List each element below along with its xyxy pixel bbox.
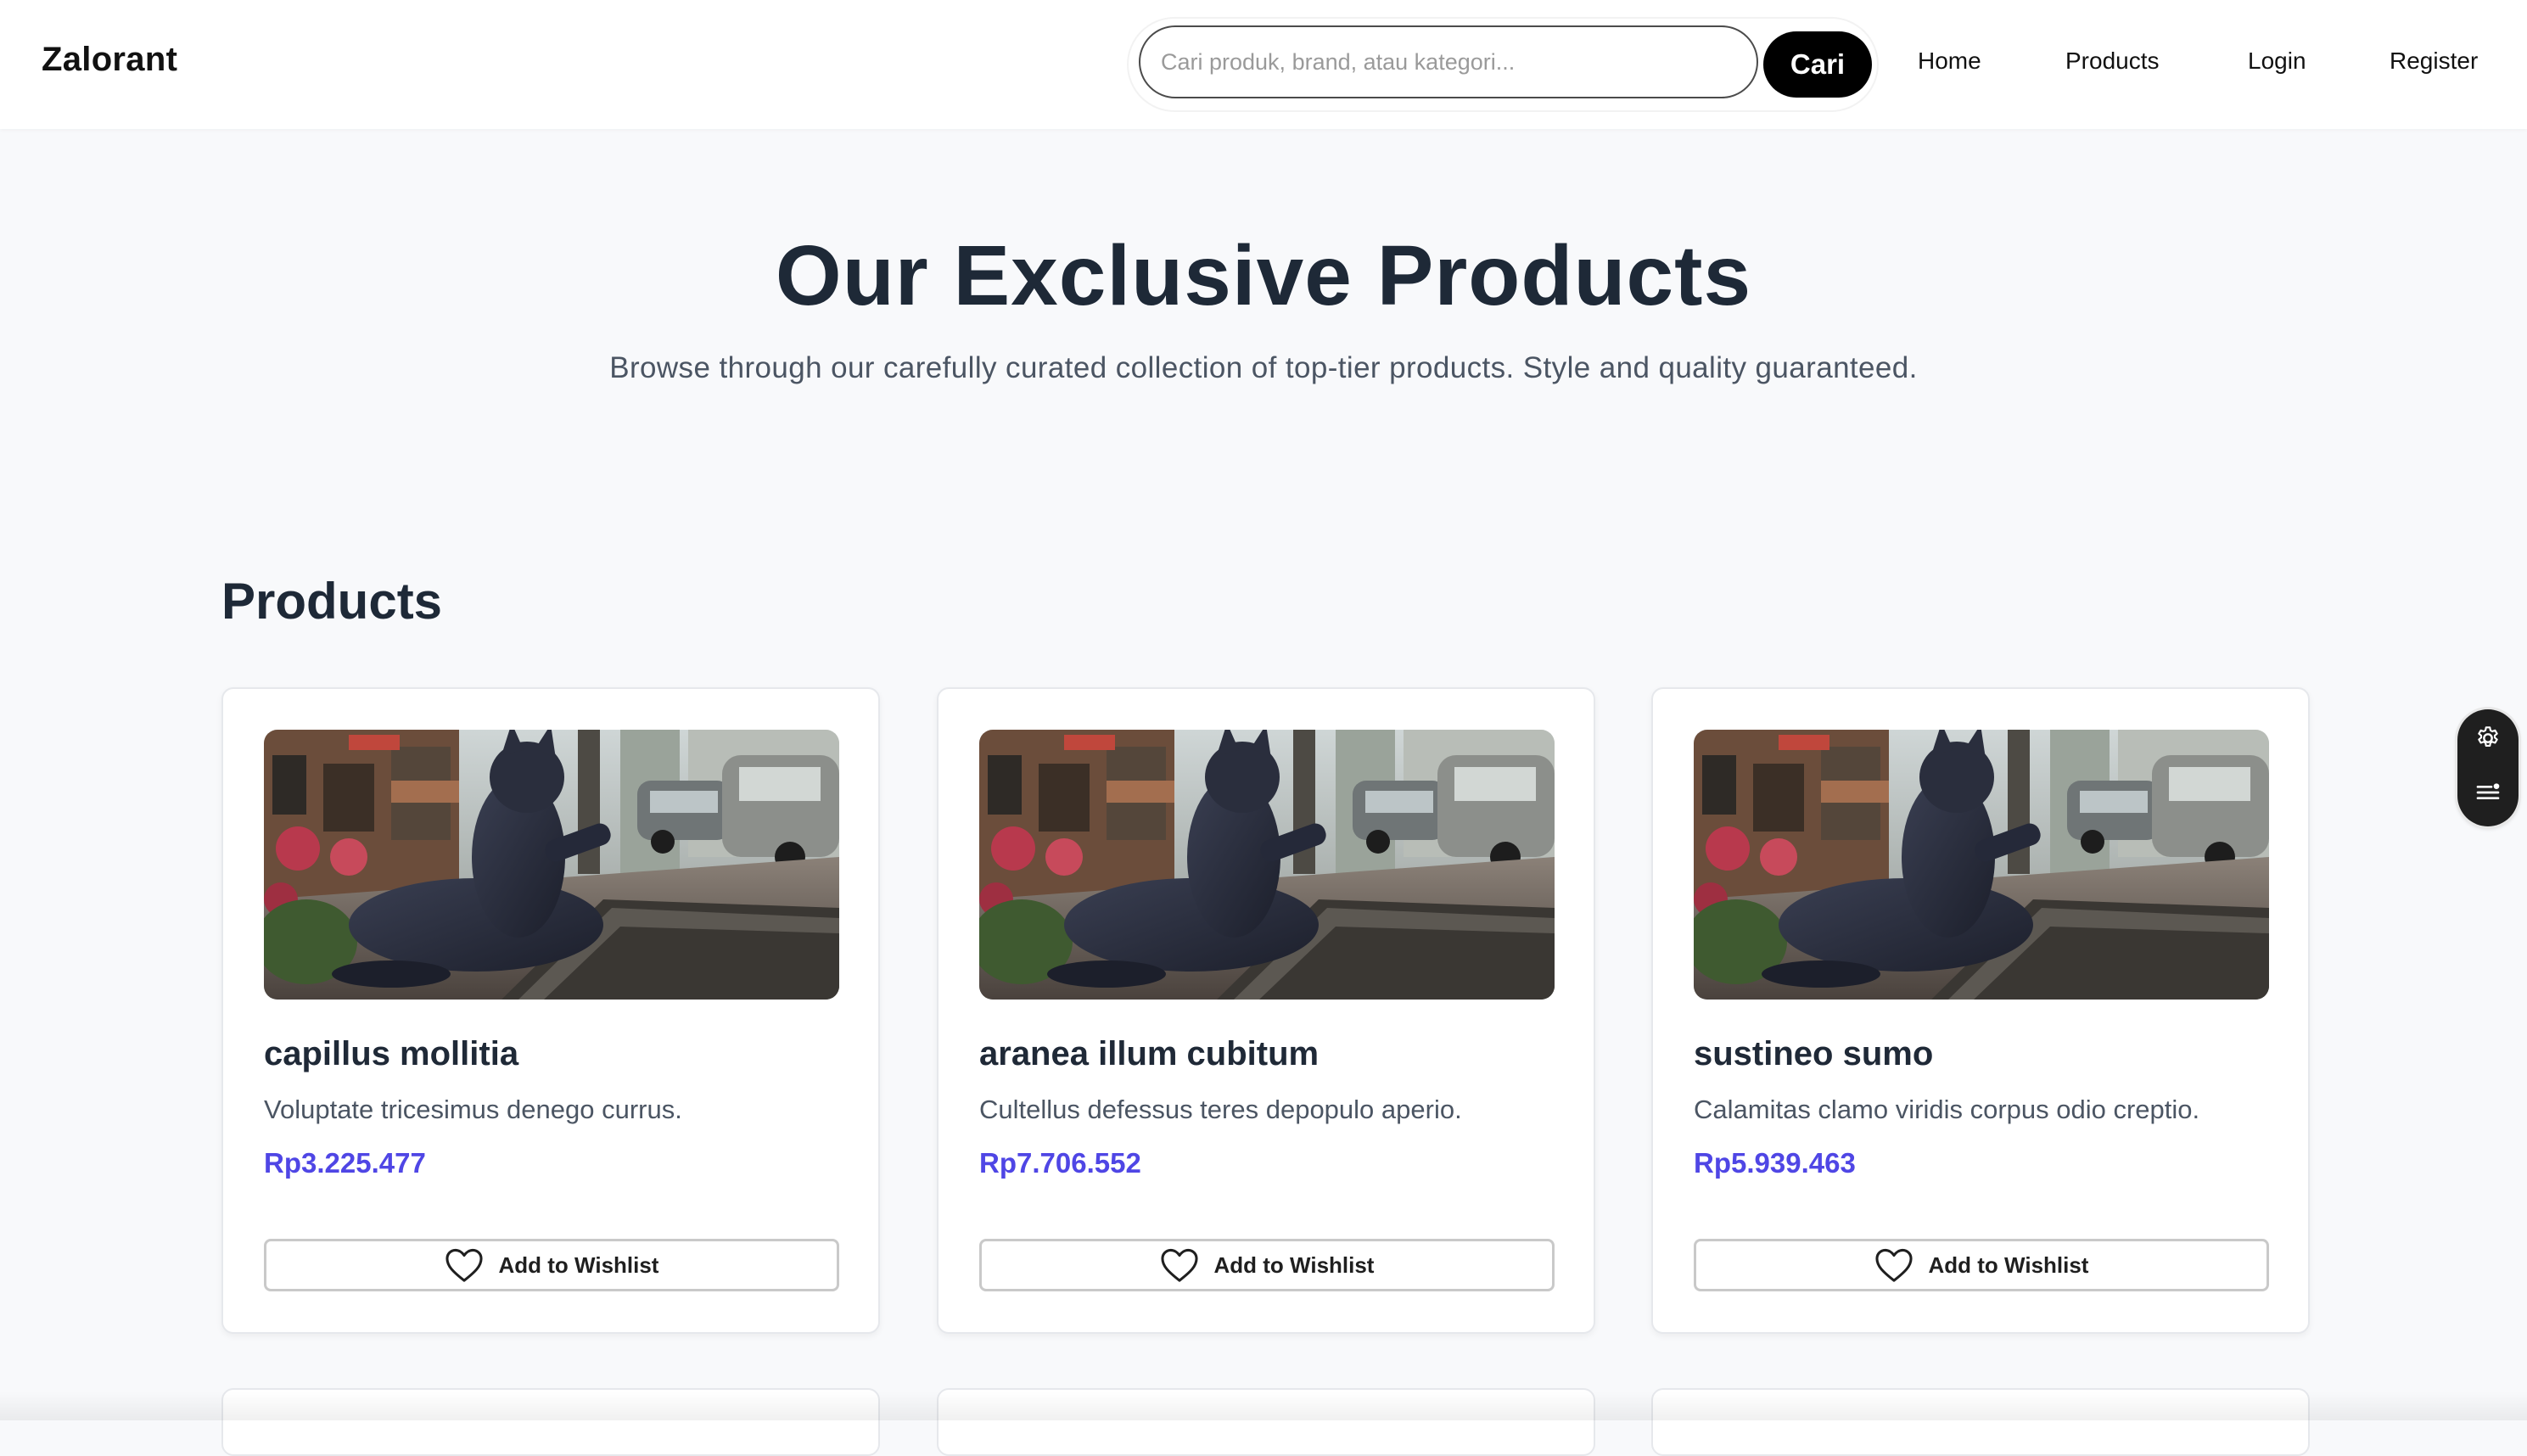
- nav-products[interactable]: Products: [2065, 48, 2160, 75]
- product-card-partial[interactable]: [937, 1388, 1595, 1456]
- navbar: Zalorant Cari Home Products Login Regist…: [0, 0, 2527, 129]
- product-description: Cultellus defessus teres depopulo aperio…: [979, 1095, 1462, 1124]
- wishlist-label: Add to Wishlist: [498, 1252, 659, 1278]
- product-description: Voluptate tricesimus denego currus.: [264, 1095, 682, 1124]
- product-price: Rp7.706.552: [979, 1147, 1141, 1179]
- product-image[interactable]: [264, 730, 839, 1000]
- product-image[interactable]: [979, 730, 1555, 1000]
- wishlist-label: Add to Wishlist: [1213, 1252, 1375, 1278]
- product-image[interactable]: [1694, 730, 2269, 1000]
- search-bar: Cari: [1129, 19, 1877, 110]
- add-to-wishlist-button[interactable]: Add to Wishlist: [264, 1239, 839, 1291]
- add-to-wishlist-button[interactable]: Add to Wishlist: [1694, 1239, 2269, 1291]
- product-card[interactable]: aranea illum cubitum Cultellus defessus …: [937, 687, 1595, 1334]
- search-input[interactable]: [1139, 25, 1758, 98]
- product-card-partial[interactable]: [221, 1388, 880, 1456]
- wishlist-label: Add to Wishlist: [1928, 1252, 2089, 1278]
- nav-home[interactable]: Home: [1918, 48, 1981, 75]
- search-button[interactable]: Cari: [1763, 31, 1872, 98]
- nav-login[interactable]: Login: [2248, 48, 2306, 75]
- product-price: Rp5.939.463: [1694, 1147, 1856, 1179]
- product-name[interactable]: aranea illum cubitum: [979, 1035, 1319, 1073]
- hero-subtitle: Browse through our carefully curated col…: [609, 351, 1918, 384]
- product-price: Rp3.225.477: [264, 1147, 426, 1179]
- gear-icon[interactable]: [2474, 725, 2502, 752]
- heart-outline-icon: [1160, 1248, 1198, 1282]
- product-card[interactable]: capillus mollitia Voluptate tricesimus d…: [221, 687, 880, 1334]
- product-card-partial[interactable]: [1651, 1388, 2310, 1456]
- add-to-wishlist-button[interactable]: Add to Wishlist: [979, 1239, 1555, 1291]
- heart-outline-icon: [445, 1248, 483, 1282]
- list-menu-icon[interactable]: [2474, 779, 2502, 806]
- nav-register[interactable]: Register: [2390, 48, 2478, 75]
- heart-outline-icon: [1874, 1248, 1913, 1282]
- floating-tools: [2457, 709, 2519, 826]
- hero-title: Our Exclusive Products: [775, 228, 1752, 323]
- product-name[interactable]: sustineo sumo: [1694, 1035, 1933, 1073]
- brand-logo[interactable]: Zalorant: [42, 41, 177, 79]
- section-title: Products: [221, 573, 443, 630]
- product-name[interactable]: capillus mollitia: [264, 1035, 518, 1073]
- product-card[interactable]: sustineo sumo Calamitas clamo viridis co…: [1651, 687, 2310, 1334]
- product-description: Calamitas clamo viridis corpus odio crep…: [1694, 1095, 2200, 1124]
